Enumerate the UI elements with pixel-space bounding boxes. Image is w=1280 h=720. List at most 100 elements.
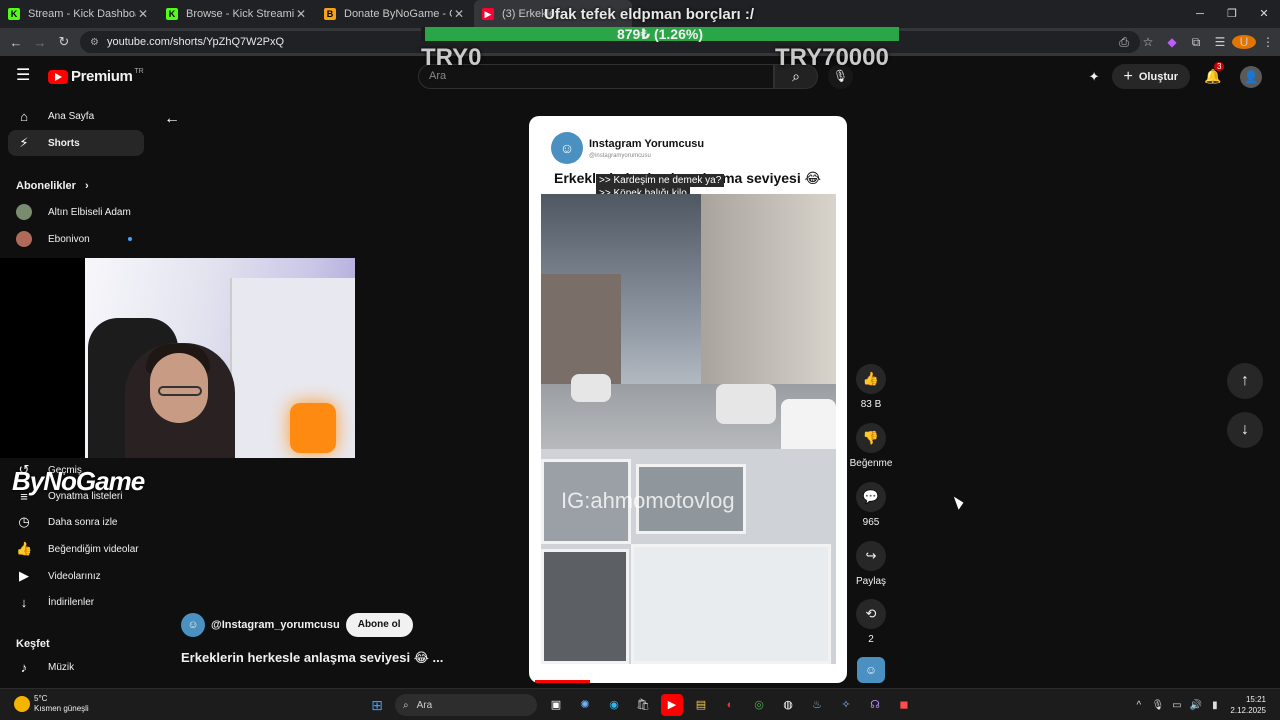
short-description[interactable]: Erkeklerin herkesle anlaşma seviyesi 😂 .…: [181, 650, 443, 666]
weather-widget[interactable]: 5°C Kısmen güneşli: [14, 694, 89, 714]
windows-taskbar: 5°C Kısmen güneşli ⊞ ⌕ Ara ▣ ✺ ◉ 🛍 ▶ ▤ ◐…: [0, 688, 1280, 720]
bookmark-star-icon[interactable]: ☆: [1136, 35, 1160, 49]
kick-icon: K: [166, 8, 178, 20]
sidebar-item-shorts[interactable]: ⚡ Shorts: [8, 130, 144, 156]
browser-tab-kick-browse[interactable]: K Browse - Kick Streaming ✕: [158, 0, 316, 28]
close-tab-icon[interactable]: ✕: [136, 7, 150, 21]
comment-icon: 💬: [856, 482, 886, 512]
media-player-icon[interactable]: ◐: [719, 694, 741, 716]
reading-list-icon[interactable]: ☰: [1208, 35, 1232, 49]
sidebar-item-liked-videos[interactable]: 👍 Beğendiğim videolar: [8, 536, 144, 562]
video-frame: [541, 194, 836, 664]
create-button[interactable]: + Oluştur: [1111, 64, 1190, 89]
share-icon: ↪: [856, 541, 886, 571]
youtube-premium-logo[interactable]: Premium TR: [48, 68, 144, 85]
url-text: youtube.com/shorts/YpZhQ7W2PxQ: [106, 36, 285, 48]
browser-tab-kick-dashboard[interactable]: K Stream - Kick Dashboard ✕: [0, 0, 158, 28]
browser-menu-icon[interactable]: ⋮: [1256, 35, 1280, 49]
share-button[interactable]: ↪ Paylaş: [851, 541, 891, 587]
webcam-microphone: [290, 403, 336, 453]
instagram-avatar: ☺: [551, 132, 583, 164]
subscription-item[interactable]: Altın Elbiseli Adam: [8, 199, 144, 225]
copilot-icon[interactable]: ✺: [574, 694, 596, 716]
site-info-icon[interactable]: ⚙: [90, 37, 99, 48]
menu-icon[interactable]: ☰: [16, 68, 34, 84]
ai-sparkle-icon[interactable]: ✦: [1089, 69, 1100, 85]
volume-icon[interactable]: 🔊: [1186, 700, 1205, 711]
remix-button[interactable]: ⟲ 2: [851, 599, 891, 645]
extensions-puzzle-icon[interactable]: ⧉: [1184, 35, 1208, 50]
taskbar-search[interactable]: ⌕ Ara: [395, 694, 537, 716]
mouse-cursor-icon: [953, 494, 966, 510]
battery-icon[interactable]: ▮: [1205, 700, 1224, 711]
network-icon[interactable]: ▭: [1167, 700, 1186, 711]
sidebar-item-downloads[interactable]: ↓ İndirilenler: [8, 589, 144, 615]
install-app-icon[interactable]: ⎙: [1112, 35, 1136, 50]
short-channel-row: ☺ @Instagram_yorumcusu Abone ol: [181, 613, 413, 637]
window-controls: ─ ❐ ✕: [1184, 0, 1280, 28]
video-progress-bar[interactable]: [535, 680, 590, 683]
clock-time: 15:21: [1245, 695, 1266, 704]
subscriptions-heading[interactable]: Abonelikler ›: [16, 180, 89, 192]
audio-source-thumbnail[interactable]: ☺: [857, 657, 885, 683]
minimize-icon[interactable]: ─: [1184, 0, 1216, 28]
back-icon[interactable]: ←: [4, 35, 28, 50]
taskbar-clock[interactable]: 15:21 2.12.2025: [1230, 694, 1266, 716]
recorder-icon[interactable]: ◼: [893, 694, 915, 716]
chevron-up-icon[interactable]: ^: [1129, 700, 1148, 711]
previous-short-button[interactable]: ↑: [1227, 363, 1263, 399]
file-explorer-icon[interactable]: ▤: [690, 694, 712, 716]
sidebar-item-music[interactable]: ♪ Müzik: [8, 654, 144, 680]
subscribe-button[interactable]: Abone ol: [345, 613, 413, 637]
forward-icon[interactable]: →: [28, 35, 52, 50]
browser-tab-donate[interactable]: B Donate ByNoGame - Gelen/Gid ✕: [316, 0, 474, 28]
app-icon[interactable]: ✧: [835, 694, 857, 716]
subscription-item[interactable]: Ebonivon: [8, 226, 144, 252]
notifications-button[interactable]: 🔔 3: [1202, 62, 1225, 85]
comments-button[interactable]: 💬 965: [851, 482, 891, 528]
sidebar-item-home[interactable]: ⌂ Ana Sayfa: [8, 103, 144, 129]
sidebar-item-watch-later[interactable]: ◷ Daha sonra izle: [8, 509, 144, 535]
donation-goal-amount: 879₺ (1.26%): [616, 26, 703, 42]
reload-icon[interactable]: ↻: [52, 34, 76, 50]
explore-heading: Keşfet: [16, 638, 50, 650]
extension-icon[interactable]: ◆: [1160, 35, 1184, 49]
arrow-down-icon: ↓: [1241, 421, 1249, 438]
windows-start-icon[interactable]: ⊞: [366, 694, 388, 716]
discord-icon[interactable]: ☊: [864, 694, 886, 716]
account-avatar[interactable]: 👤: [1240, 65, 1262, 88]
channel-name-link[interactable]: @Instagram_yorumcusu: [211, 619, 340, 631]
donation-goal-bar: 879₺ (1.26%): [421, 26, 899, 42]
like-button[interactable]: 👍 83 B: [851, 364, 891, 410]
close-tab-icon[interactable]: ✕: [452, 7, 466, 21]
task-view-icon[interactable]: ▣: [545, 694, 567, 716]
profile-icon[interactable]: U: [1232, 35, 1256, 49]
logo-text: Premium: [71, 68, 133, 85]
bynogame-icon: B: [324, 8, 336, 20]
video-car: [571, 374, 611, 402]
youtube-app-icon[interactable]: ▶: [661, 694, 683, 716]
sidebar-item-your-videos[interactable]: ▶ Videolarınız: [8, 563, 144, 589]
obs-icon[interactable]: ◍: [777, 694, 799, 716]
steam-icon[interactable]: ♨: [806, 694, 828, 716]
back-arrow-icon[interactable]: ←: [164, 110, 180, 128]
mic-tray-icon[interactable]: 🎙: [1148, 700, 1167, 711]
fish-crate: [631, 544, 831, 664]
short-video-player[interactable]: ☺ Instagram Yorumcusu @instagramyorumcus…: [529, 116, 847, 683]
channel-avatar[interactable]: ☺: [181, 613, 205, 637]
close-window-icon[interactable]: ✕: [1248, 0, 1280, 28]
streamer-webcam: [0, 258, 355, 458]
sidebar-item-label: Ana Sayfa: [48, 110, 95, 122]
your-videos-icon: ▶: [19, 568, 29, 583]
dislike-button[interactable]: 👎 Beğenme: [846, 423, 896, 469]
maximize-icon[interactable]: ❐: [1216, 0, 1248, 28]
close-tab-icon[interactable]: ✕: [294, 7, 308, 21]
next-short-button[interactable]: ↓: [1227, 412, 1263, 448]
store-icon[interactable]: 🛍: [632, 694, 654, 716]
chrome-icon[interactable]: ◎: [748, 694, 770, 716]
temperature: 5°C: [34, 694, 48, 703]
screen: K Stream - Kick Dashboard ✕ K Browse - K…: [0, 0, 1280, 720]
donation-goal-max: TRY70000: [775, 44, 889, 71]
edge-icon[interactable]: ◉: [603, 694, 625, 716]
shorts-icon: ⚡: [19, 135, 29, 150]
